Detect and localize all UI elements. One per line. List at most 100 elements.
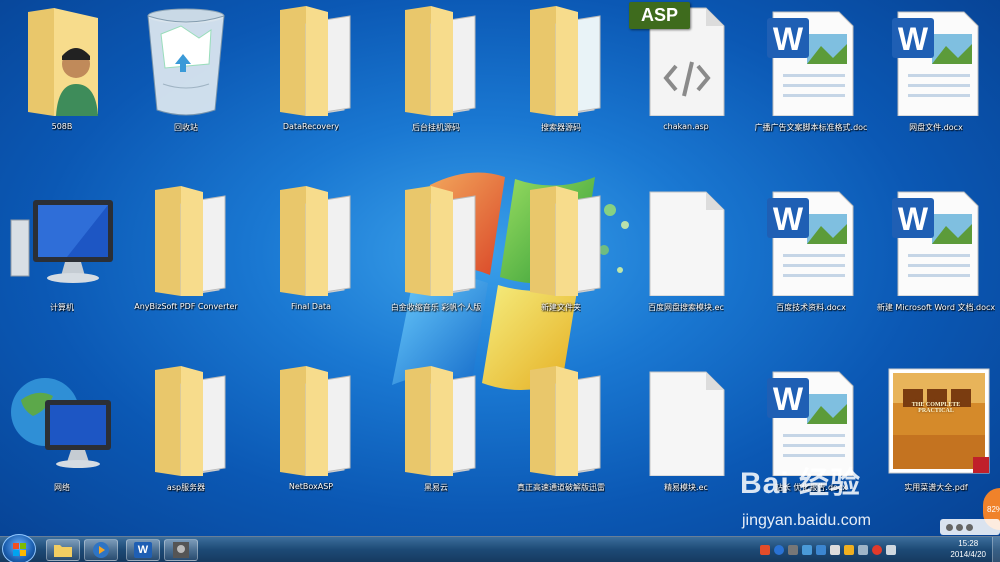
desktop-icon-baidu-tech-docx[interactable]: W 百度技术资料.docx xyxy=(749,180,873,330)
tray-flag-icon[interactable] xyxy=(830,545,840,555)
folder-icon xyxy=(506,0,616,120)
desktop-icon-netboxasp[interactable]: NetBoxASP xyxy=(249,360,373,510)
icon-label: asp服务器 xyxy=(166,483,206,492)
desktop-icon-datarecovery[interactable]: DataRecovery xyxy=(249,0,373,150)
icon-label: NetBoxASP xyxy=(288,482,334,491)
icon-label: 精易模块.ec xyxy=(664,483,708,492)
desktop-icon-chakan-asp[interactable]: ASP chakan.asp xyxy=(624,0,748,150)
folder-icon xyxy=(381,180,491,300)
system-tray xyxy=(760,541,896,559)
pdf-thumb-title: THE COMPLETE PRACTICAL xyxy=(911,402,961,414)
icon-label: Final Data xyxy=(290,302,332,311)
icon-label: 真正高速通道破解版迅雷 xyxy=(517,483,605,492)
asp-file-icon: ASP xyxy=(629,0,741,120)
icon-label: DataRecovery xyxy=(282,122,340,131)
tray-network-icon[interactable] xyxy=(858,545,868,555)
tray-app-icon[interactable] xyxy=(802,545,812,555)
user-folder-icon xyxy=(7,0,117,120)
recycle-bin-icon xyxy=(131,0,241,120)
word-document-icon: W xyxy=(756,0,866,120)
tray-security-icon[interactable] xyxy=(844,545,854,555)
desktop-icon-search-source[interactable]: 搜索器源码 xyxy=(499,0,623,150)
desktop-icon-ad-script-doc[interactable]: W 广播广告文案脚本标准格式.doc xyxy=(749,0,873,150)
minimize-icon[interactable] xyxy=(946,523,953,531)
desktop-icon-anybizsoft[interactable]: AnyBizSoft PDF Converter xyxy=(124,180,248,330)
watermark-url: jingyan.baidu.com xyxy=(742,512,871,529)
folder-icon xyxy=(54,545,72,557)
asp-badge: ASP xyxy=(629,2,691,29)
icon-label: 百度网盘搜索模块.ec xyxy=(648,303,724,312)
desktop-icon-new-folder[interactable]: 新建文件夹 xyxy=(499,180,623,330)
taskbar: W 15:28 2014/4/20 xyxy=(0,534,1000,562)
word-document-icon: W xyxy=(756,180,866,300)
icon-label: 百度技术资料.docx xyxy=(776,303,846,312)
word-document-icon: W xyxy=(881,0,991,120)
icon-label: 白金收缩音乐 彩帆个人版 xyxy=(390,303,482,312)
folder-icon xyxy=(131,180,241,300)
desktop-icon-heiyiyun[interactable]: 黑易云 xyxy=(374,360,498,510)
folder-icon xyxy=(256,180,366,300)
icon-label: 广播广告文案脚本标准格式.doc xyxy=(754,123,868,132)
taskbar-media-button[interactable] xyxy=(84,539,118,561)
desktop-icon-508b[interactable]: 508B xyxy=(0,0,124,150)
desktop-icon-netdisk-docx[interactable]: W 网盘文件.docx xyxy=(874,0,998,150)
desktop-icon-computer[interactable]: 计算机 xyxy=(0,180,124,330)
taskbar-word-button[interactable]: W xyxy=(126,539,160,561)
media-player-icon xyxy=(93,542,109,558)
desktop-icon-new-word-docx[interactable]: W 新建 Microsoft Word 文档.docx xyxy=(874,180,998,330)
watermark-logo: Bai 经验 xyxy=(740,467,862,500)
folder-icon xyxy=(256,0,366,120)
baidu-jingyan-watermark: Bai 经验 jingyan.baidu.com xyxy=(740,458,930,540)
tray-power-icon[interactable] xyxy=(872,545,882,555)
icon-label: 网络 xyxy=(54,483,70,492)
icon-label: 508B xyxy=(51,122,73,131)
icon-label: 搜索器源码 xyxy=(541,123,581,132)
tray-app-icon[interactable] xyxy=(816,545,826,555)
icon-label: 回收站 xyxy=(174,123,198,132)
clock-time: 15:28 xyxy=(958,539,979,548)
icon-label: 新建 Microsoft Word 文档.docx xyxy=(876,303,996,312)
desktop-icon-music-folder[interactable]: 白金收缩音乐 彩帆个人版 xyxy=(374,180,498,330)
word-document-icon: W xyxy=(881,180,991,300)
folder-icon xyxy=(381,360,491,480)
start-button[interactable] xyxy=(2,534,36,562)
folder-icon xyxy=(381,0,491,120)
icon-label: AnyBizSoft PDF Converter xyxy=(134,302,238,311)
tray-app-icon[interactable] xyxy=(760,545,770,555)
desktop-icon-jingyi-module-ec[interactable]: 精易模块.ec xyxy=(624,360,748,510)
tray-help-icon[interactable] xyxy=(774,545,784,555)
svg-text:W: W xyxy=(898,21,929,57)
folder-icon xyxy=(506,360,616,480)
desktop-icon-asp-server[interactable]: asp服务器 xyxy=(124,360,248,510)
computer-icon xyxy=(7,180,117,300)
icon-label: 后台挂机源码 xyxy=(412,123,460,132)
desktop-icon-network[interactable]: 网络 xyxy=(0,360,124,510)
folder-icon xyxy=(256,360,366,480)
desktop-icon-netdisk-search-ec[interactable]: 百度网盘搜索模块.ec xyxy=(624,180,748,330)
icon-label: 黑易云 xyxy=(424,483,448,492)
blank-file-icon xyxy=(631,180,741,300)
blank-file-icon xyxy=(631,360,741,480)
svg-text:W: W xyxy=(773,381,804,417)
desktop-icon-recycle-bin[interactable]: 回收站 xyxy=(124,0,248,150)
floating-mini-toolbar[interactable] xyxy=(940,519,1000,535)
svg-text:W: W xyxy=(773,201,804,237)
desktop-icon-final-data[interactable]: Final Data xyxy=(249,180,373,330)
icon-label: 新建文件夹 xyxy=(541,303,581,312)
close-icon[interactable] xyxy=(966,523,973,531)
svg-text:W: W xyxy=(773,21,804,57)
taskbar-clock[interactable]: 15:28 2014/4/20 xyxy=(950,538,986,560)
refresh-icon[interactable] xyxy=(956,523,963,531)
icon-label: 网盘文件.docx xyxy=(909,123,963,132)
desktop-icon-backend-source[interactable]: 后台挂机源码 xyxy=(374,0,498,150)
taskbar-app-button[interactable] xyxy=(164,539,198,561)
taskbar-explorer-button[interactable] xyxy=(46,539,80,561)
show-desktop-button[interactable] xyxy=(992,537,1000,562)
desktop-icon-xunlei[interactable]: 真正高速通道破解版迅雷 xyxy=(499,360,623,510)
svg-text:W: W xyxy=(898,201,929,237)
folder-icon xyxy=(131,360,241,480)
network-icon xyxy=(7,360,117,480)
tray-volume-icon[interactable] xyxy=(886,545,896,555)
tray-app-icon[interactable] xyxy=(788,545,798,555)
folder-icon xyxy=(506,180,616,300)
